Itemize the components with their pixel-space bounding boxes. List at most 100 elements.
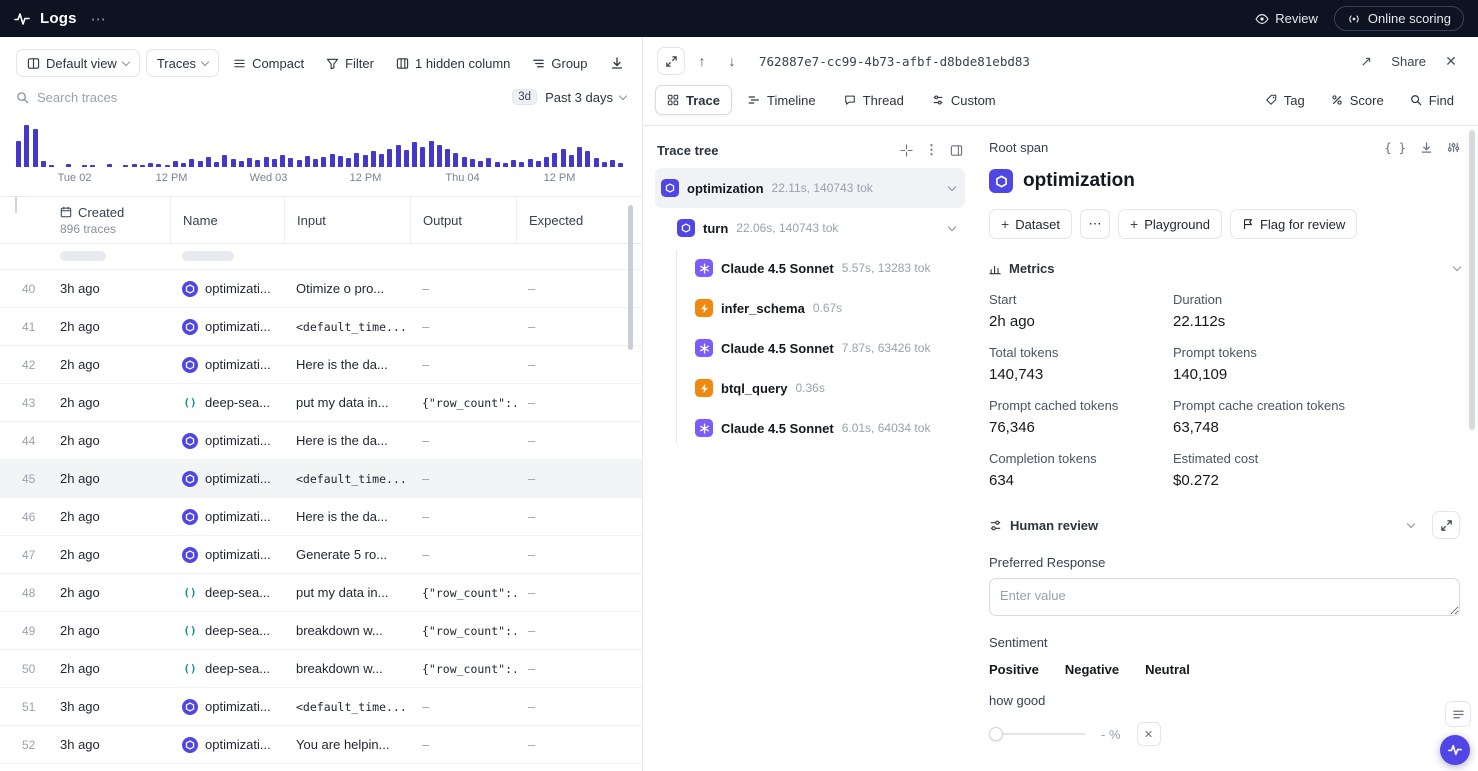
sentiment-neutral-button[interactable]: Neutral (1145, 662, 1190, 677)
view-selector[interactable]: Default view (16, 49, 140, 77)
tab-custom[interactable]: Custom (920, 85, 1008, 115)
tune-icon[interactable] (1447, 141, 1460, 154)
prev-trace-button[interactable]: ↑ (689, 48, 715, 74)
metric-value: 140,743 (989, 366, 1173, 383)
filter-button[interactable]: Filter (318, 49, 382, 77)
table-row[interactable]: 523h agooptimizati...You are helpin...–– (0, 726, 642, 764)
more-options-icon[interactable]: ⋮ (925, 142, 938, 158)
metrics-header[interactable]: Metrics (989, 261, 1460, 276)
traces-histogram[interactable] (16, 119, 626, 167)
list-toggle-button[interactable] (1445, 701, 1471, 727)
table-row[interactable]: 403h agooptimizati...Otimize o pro...–– (0, 270, 642, 308)
histogram-x-label: 12 PM (350, 172, 382, 184)
table-row[interactable]: 422h agooptimizati...Here is the da...–– (0, 346, 642, 384)
tool-call-icon (695, 299, 713, 317)
table-row[interactable]: 492h ago()deep-sea...breakdown w...{"row… (0, 612, 642, 650)
topbar-more-button[interactable]: ⋯ (87, 10, 110, 28)
flag-for-review-button[interactable]: Flag for review (1230, 209, 1357, 239)
compact-toggle[interactable]: Compact (225, 49, 312, 77)
slider-knob[interactable] (989, 727, 1003, 741)
timeline-icon (748, 94, 760, 106)
table-row[interactable]: 432h ago()deep-sea...put my data in...{"… (0, 384, 642, 422)
trace-tree-node[interactable]: btql_query0.36s (655, 368, 965, 408)
trace-tree-node[interactable]: infer_schema0.67s (655, 288, 965, 328)
traces-selector[interactable]: Traces (146, 49, 219, 77)
table-row[interactable]: 412h agooptimizati...<default_time...–– (0, 308, 642, 346)
download-button[interactable] (602, 49, 632, 77)
sentiment-negative-button[interactable]: Negative (1065, 662, 1119, 677)
review-button[interactable]: Review (1255, 11, 1318, 26)
expand-trace-button[interactable] (657, 47, 685, 75)
span-name: btql_query (721, 381, 787, 396)
row-number: 51 (0, 700, 48, 714)
online-scoring-button[interactable]: Online scoring (1334, 6, 1464, 31)
column-header-output[interactable]: Output (410, 197, 516, 243)
share-button[interactable]: Share (1391, 54, 1426, 69)
metrics-icon (989, 263, 1001, 275)
table-row[interactable]: 452h agooptimizati...<default_time...–– (0, 460, 642, 498)
tag-button[interactable]: Tag (1253, 85, 1317, 115)
trace-tree-node[interactable]: turn22.06s, 140743 tok (655, 208, 965, 248)
group-button[interactable]: Group (524, 49, 595, 77)
json-view-icon[interactable]: { } (1384, 141, 1406, 155)
tab-thread[interactable]: Thread (832, 85, 916, 115)
tab-timeline[interactable]: Timeline (736, 85, 828, 115)
open-in-new-icon[interactable]: ↗ (1353, 48, 1379, 74)
chevron-down-icon[interactable] (948, 182, 956, 190)
table-scrollbar[interactable] (628, 205, 633, 350)
detail-scrollbar[interactable] (1469, 130, 1475, 430)
histogram-bar (387, 149, 392, 167)
column-header-created[interactable]: Created 896 traces (48, 197, 170, 243)
download-icon[interactable] (1420, 141, 1433, 154)
search-input[interactable] (37, 90, 504, 105)
sentiment-positive-button[interactable]: Positive (989, 662, 1039, 677)
find-button[interactable]: Find (1398, 85, 1466, 115)
trace-tree-node[interactable]: Claude 4.5 Sonnet7.87s, 63426 tok (655, 328, 965, 368)
dataset-more-button[interactable]: ⋯ (1080, 209, 1110, 239)
table-row[interactable]: 462h agooptimizati...Here is the da...–– (0, 498, 642, 536)
table-row[interactable]: 502h ago()deep-sea...breakdown w...{"row… (0, 650, 642, 688)
column-header-expected[interactable]: Expected (516, 197, 628, 243)
hidden-columns-button[interactable]: 1 hidden column (388, 49, 518, 77)
table-row[interactable]: 472h agooptimizati...Generate 5 ro...–– (0, 536, 642, 574)
time-range-selector[interactable]: Past 3 days (545, 90, 626, 105)
close-button[interactable]: ✕ (1438, 48, 1464, 74)
input-cell: <default_time... (284, 320, 410, 334)
created-cell: 2h ago (48, 433, 170, 448)
open-playground-button[interactable]: +Playground (1118, 209, 1222, 239)
input-cell: Here is the da... (284, 357, 410, 372)
input-cell: breakdown w... (284, 623, 410, 638)
panel-toggle-icon[interactable] (950, 144, 963, 157)
table-row[interactable]: 442h agooptimizati...Here is the da...–– (0, 422, 642, 460)
column-header-input[interactable]: Input (284, 197, 410, 243)
next-trace-button[interactable]: ↓ (719, 48, 745, 74)
trace-tree-node[interactable]: Claude 4.5 Sonnet6.01s, 64034 tok (655, 408, 965, 448)
expand-review-button[interactable] (1432, 511, 1460, 539)
how-good-slider[interactable] (989, 727, 1085, 741)
row-number: 45 (0, 472, 48, 486)
human-review-header[interactable]: Human review (989, 511, 1460, 539)
output-cell: – (410, 471, 516, 486)
collapse-all-icon[interactable] (900, 144, 913, 157)
expected-cell: – (516, 661, 628, 676)
trace-name: deep-sea... (205, 395, 270, 410)
table-row[interactable]: 482h ago()deep-sea...put my data in...{"… (0, 574, 642, 612)
add-to-dataset-button[interactable]: +Dataset (989, 209, 1072, 239)
output-cell: – (410, 509, 516, 524)
histogram-bar (577, 147, 582, 167)
trace-tree-node[interactable]: Claude 4.5 Sonnet5.57s, 13283 tok (655, 248, 965, 288)
score-button[interactable]: Score (1319, 85, 1396, 115)
span-name: turn (703, 221, 728, 236)
assistant-fab-button[interactable] (1440, 735, 1470, 765)
preferred-response-label: Preferred Response (989, 555, 1460, 570)
compact-label: Compact (252, 56, 304, 71)
tab-trace[interactable]: Trace (655, 85, 732, 115)
chevron-down-icon[interactable] (948, 222, 956, 230)
preferred-response-input[interactable] (989, 578, 1460, 616)
trace-tree-node[interactable]: optimization22.11s, 140743 tok (655, 168, 965, 208)
column-header-name[interactable]: Name (170, 197, 284, 243)
table-row[interactable]: 513h agooptimizati...<default_time...–– (0, 688, 642, 726)
clear-score-button[interactable]: ✕ (1137, 722, 1161, 746)
select-all-checkbox[interactable] (15, 196, 17, 213)
column-label: Input (297, 213, 326, 228)
